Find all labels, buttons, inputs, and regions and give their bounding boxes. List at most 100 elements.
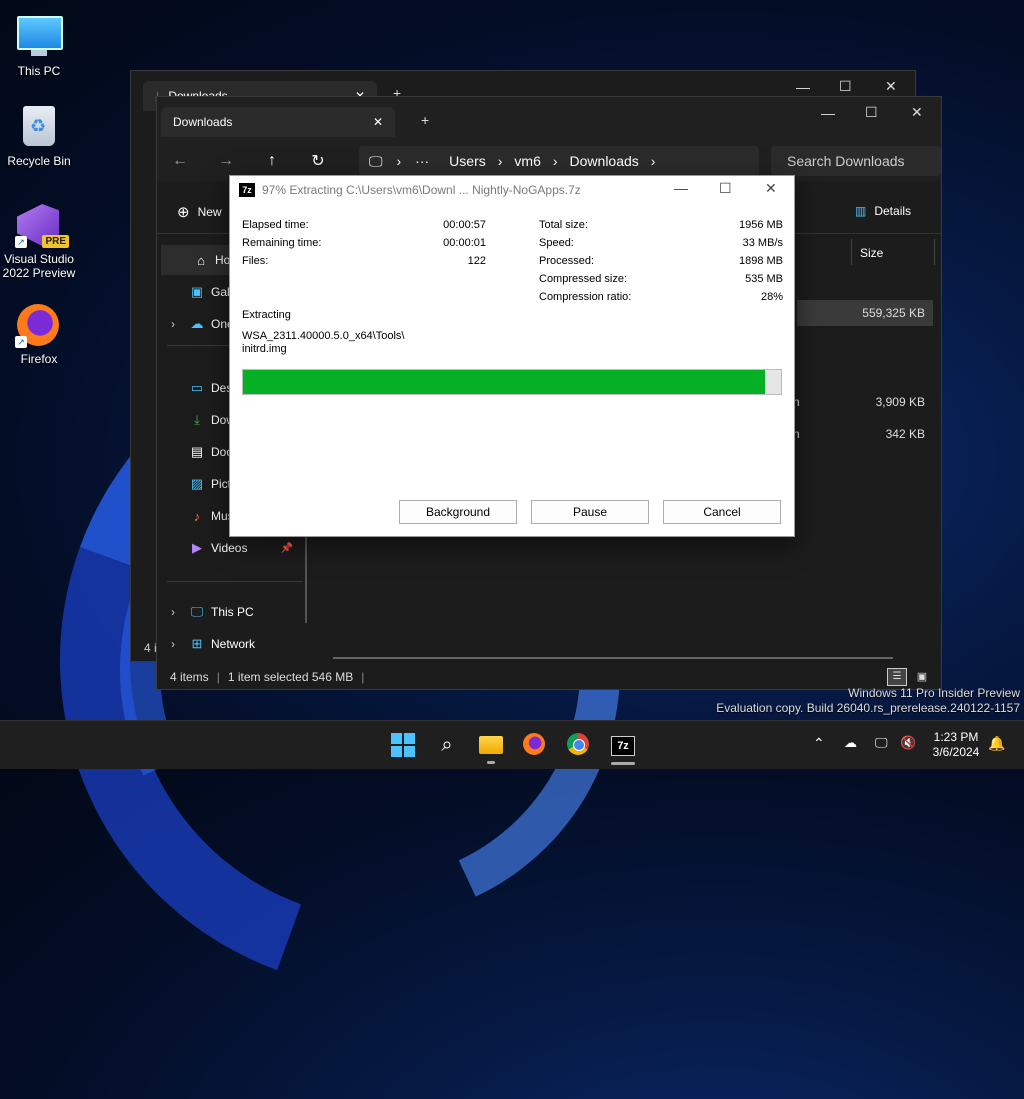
progress-bar	[242, 369, 782, 395]
stat-elapsed-time: Elapsed time: 00:00:57	[242, 216, 486, 234]
close-icon[interactable]: ✕	[885, 78, 897, 95]
taskbar: ⌕ 7z ⌃ ☁ 🖵 🔇 1:23 PM 3/6/2024 🔔	[0, 720, 1024, 769]
chrome-icon[interactable]	[567, 733, 591, 757]
details-view-icon[interactable]: ☰	[887, 668, 907, 686]
firefox-icon[interactable]	[523, 733, 547, 757]
current-file-path-line: WSA_2311.40000.5.0_x64\Tools\	[242, 330, 405, 342]
7zip-logo-icon: 7z	[239, 183, 255, 197]
close-icon[interactable]: ✕	[373, 115, 383, 129]
stat-label: Compression ratio:	[539, 291, 632, 303]
stat-label: Remaining time:	[242, 237, 322, 249]
progress-bar-fill	[243, 370, 765, 394]
column-header-label: Size	[860, 246, 884, 260]
tab-downloads[interactable]: Downloads ✕	[161, 107, 395, 137]
more-breadcrumbs[interactable]: ···	[415, 153, 429, 169]
chevron-right-icon: ›	[497, 153, 503, 169]
7zip-icon[interactable]: 7z	[611, 733, 635, 765]
minimize-icon[interactable]: —	[796, 79, 810, 95]
sidebar-item-this-pc[interactable]: › 🖵 This PC	[157, 597, 307, 627]
network-tray-icon[interactable]: 🖵	[875, 735, 888, 751]
new-tab-icon[interactable]: +	[421, 112, 429, 128]
close-icon[interactable]: ✕	[911, 104, 923, 121]
stat-value: 28%	[760, 291, 783, 303]
up-arrow-icon[interactable]: ↑	[249, 152, 295, 170]
stat-total-size: Total size: 1956 MB	[539, 216, 783, 234]
desktop-icon-label: This PC	[17, 64, 61, 78]
new-label: New	[197, 205, 222, 219]
stat-label: Speed:	[539, 237, 574, 249]
back-arrow-icon[interactable]: ←	[157, 152, 203, 170]
clock-date: 3/6/2024	[932, 745, 980, 759]
details-pane-icon: ▥	[855, 204, 867, 218]
maximize-icon[interactable]: ☐	[719, 180, 732, 197]
stat-label: Compressed size:	[539, 273, 628, 285]
status-separator: |	[216, 670, 220, 684]
forward-arrow-icon[interactable]: →	[203, 152, 249, 170]
desktop-icon-firefox[interactable]: ↗ Firefox	[1, 304, 77, 366]
minimize-icon[interactable]: —	[821, 105, 835, 121]
pin-icon[interactable]: 📌	[281, 543, 293, 554]
chevron-right-icon[interactable]: ›	[171, 317, 175, 331]
sidebar-divider	[167, 581, 303, 582]
breadcrumb-vm6[interactable]: vm6	[514, 153, 540, 169]
file-size: 3,909 KB	[875, 395, 925, 409]
chevron-right-icon: ›	[396, 153, 402, 169]
file-explorer-icon[interactable]	[479, 733, 503, 764]
address-bar[interactable]: 🖵 › ··· Users › vm6 › Downloads ›	[359, 146, 759, 176]
desktop-icon-label: Recycle Bin	[7, 154, 71, 168]
pause-button[interactable]: Pause	[531, 500, 649, 524]
plus-circle-icon: ⊕	[177, 204, 190, 221]
extract-progress-dialog[interactable]: 7z 97% Extracting C:\Users\vm6\Downl ...…	[229, 175, 795, 537]
refresh-icon[interactable]: ↻	[295, 151, 341, 171]
pre-badge: PRE	[42, 235, 69, 248]
status-item-count: 4 items	[170, 670, 209, 684]
horizontal-scrollbar[interactable]	[333, 657, 893, 659]
stat-speed: Speed: 33 MB/s	[539, 234, 783, 252]
new-button[interactable]: ⊕ New	[177, 203, 222, 221]
chevron-right-icon[interactable]: ›	[171, 605, 175, 619]
download-icon: ⤓	[194, 412, 200, 427]
stat-label: Processed:	[539, 255, 595, 267]
clock[interactable]: 1:23 PM 3/6/2024	[928, 730, 984, 760]
search-icon[interactable]: ⌕	[435, 733, 459, 757]
details-button[interactable]: ▥ Details	[855, 204, 911, 218]
cloud-off-icon[interactable]: ☁	[844, 735, 857, 751]
column-header-size[interactable]: Size	[851, 239, 935, 265]
status-separator: |	[361, 670, 365, 684]
search-box[interactable]: Search Downloads	[771, 146, 941, 176]
stat-compression-ratio: Compression ratio: 28%	[539, 288, 783, 306]
sidebar-item-label: Network	[211, 637, 256, 651]
desktop-icon-visual-studio[interactable]: PRE ↗ Visual Studio 2022 Preview	[1, 204, 77, 280]
videos-icon: ▶	[192, 540, 202, 555]
tiles-view-icon[interactable]: ▣	[913, 669, 931, 685]
desktop-icon-recycle-bin[interactable]: Recycle Bin	[1, 106, 77, 168]
stat-value: 33 MB/s	[742, 237, 783, 249]
sidebar-item-videos[interactable]: ▶ Videos 📌	[157, 533, 307, 563]
chevron-right-icon: ›	[650, 153, 656, 169]
background-button[interactable]: Background	[399, 500, 517, 524]
network-icon: ⊞	[191, 636, 203, 651]
documents-icon: ▤	[190, 444, 204, 459]
watermark-line: Windows 11 Pro Insider Preview	[848, 686, 1020, 700]
chevron-up-icon[interactable]: ⌃	[813, 735, 825, 752]
stat-value: 122	[467, 255, 486, 267]
maximize-icon[interactable]: ☐	[865, 104, 878, 121]
desktop-icon-this-pc[interactable]: This PC	[1, 12, 77, 78]
chevron-right-icon[interactable]: ›	[171, 637, 175, 651]
breadcrumb-users[interactable]: Users	[449, 153, 486, 169]
status-selection: 1 item selected 546 MB	[227, 670, 354, 684]
close-icon[interactable]: ✕	[765, 180, 777, 197]
notification-bell-icon[interactable]: 🔔	[988, 735, 1005, 752]
volume-muted-icon[interactable]: 🔇	[900, 735, 916, 751]
desktop-icon: ▭	[190, 380, 204, 395]
start-icon[interactable]	[391, 733, 415, 757]
maximize-icon[interactable]: ☐	[839, 78, 852, 95]
breadcrumb-downloads[interactable]: Downloads	[570, 153, 639, 169]
minimize-icon[interactable]: —	[674, 180, 688, 196]
cancel-button[interactable]: Cancel	[663, 500, 781, 524]
home-icon: ⌂	[197, 252, 205, 268]
dialog-title: 97% Extracting C:\Users\vm6\Downl ... Ni…	[262, 183, 581, 197]
stat-value: 535 MB	[745, 273, 783, 285]
current-file-path-line: initrd.img	[242, 343, 287, 355]
sidebar-item-network[interactable]: › ⊞ Network	[157, 629, 307, 659]
